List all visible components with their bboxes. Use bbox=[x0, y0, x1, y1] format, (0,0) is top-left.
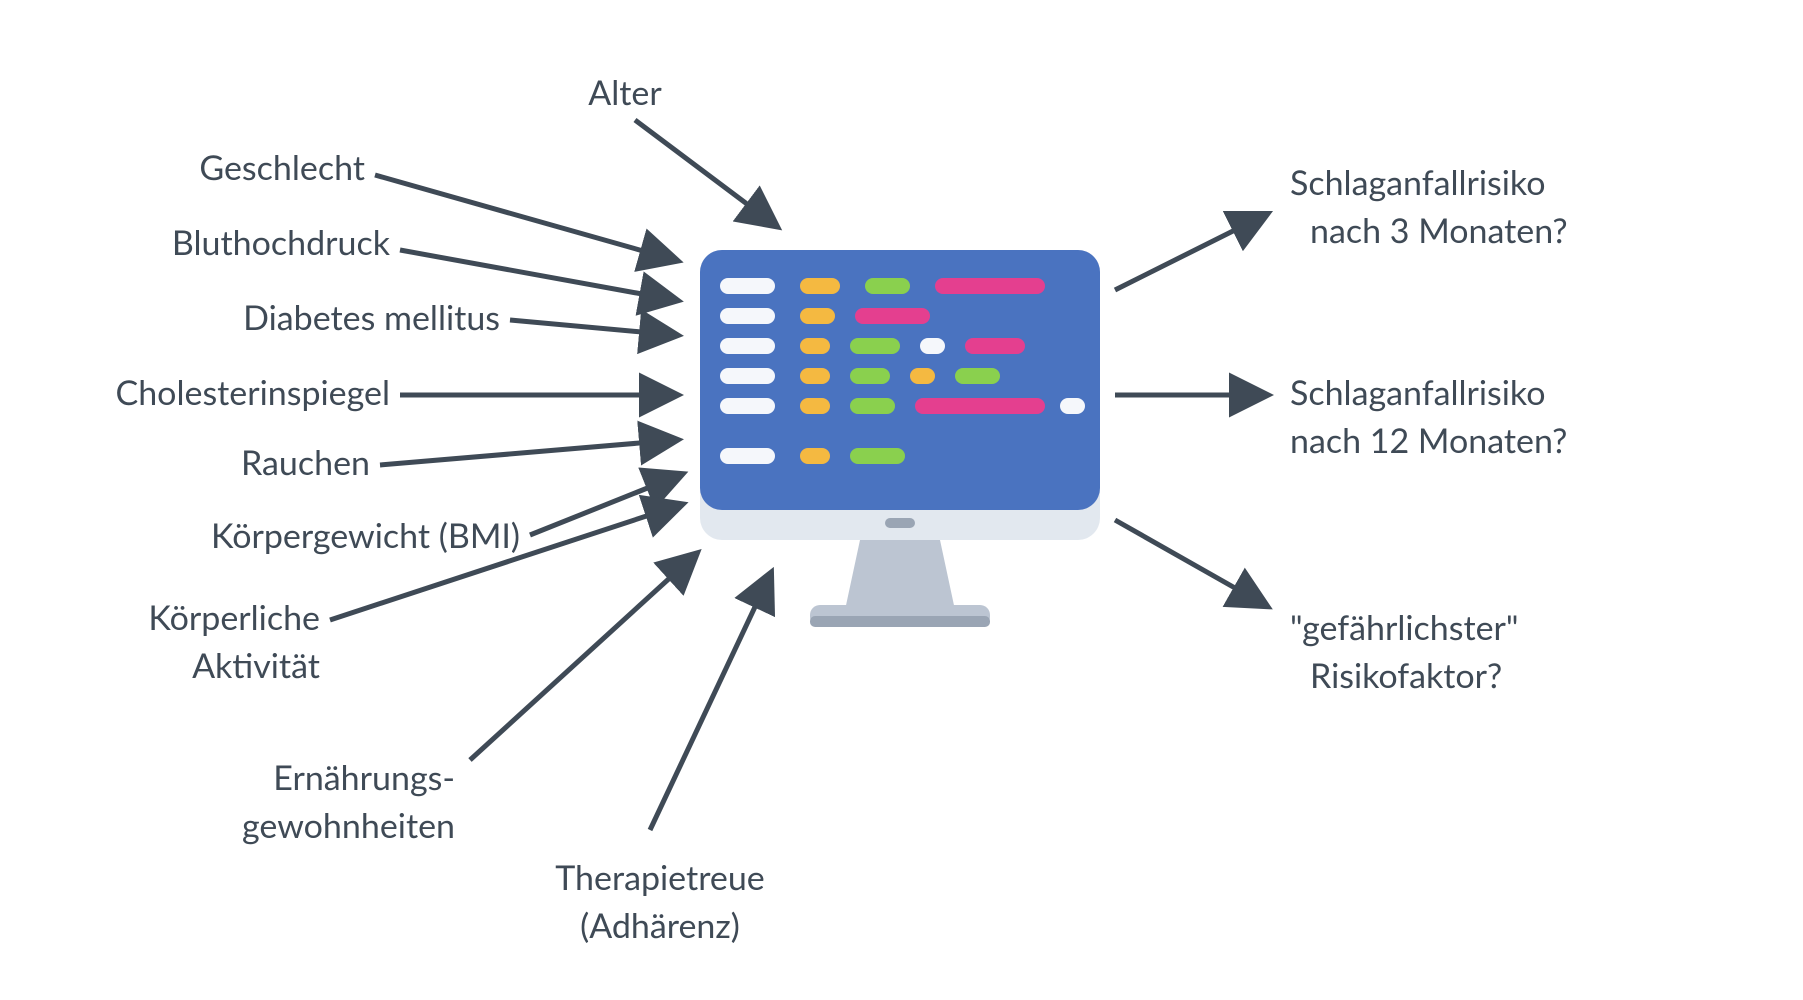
label-risk12-l2: nach 12 Monaten? bbox=[1290, 420, 1567, 461]
arrow-adhaerenz bbox=[650, 575, 770, 830]
label-risk12-l1: Schlaganfallrisiko bbox=[1290, 372, 1546, 413]
label-risk3-l2: nach 3 Monaten? bbox=[1310, 210, 1568, 251]
label-alter: Alter bbox=[588, 72, 662, 113]
label-ernaehrung-l2: gewohnheiten bbox=[242, 805, 455, 846]
label-worst-l2: Risikofaktor? bbox=[1310, 655, 1502, 696]
output-labels: Schlaganfallrisiko nach 3 Monaten? Schla… bbox=[1290, 162, 1568, 696]
label-worst-l1: "gefährlichster" bbox=[1290, 607, 1519, 648]
label-adhaerenz-l2: (Adhärenz) bbox=[580, 905, 740, 946]
arrow-diabetes bbox=[510, 320, 675, 335]
arrow-bmi bbox=[530, 475, 680, 535]
arrow-alter bbox=[635, 120, 775, 225]
arrow-bluthochdruck bbox=[400, 250, 675, 300]
label-adhaerenz-l1: Therapietreue bbox=[555, 857, 765, 898]
label-bluthochdruck: Bluthochdruck bbox=[172, 222, 391, 263]
label-aktivitaet-l1: Körperliche bbox=[148, 597, 320, 638]
arrow-worst bbox=[1115, 520, 1265, 605]
label-rauchen: Rauchen bbox=[241, 442, 370, 483]
label-bmi: Körpergewicht (BMI) bbox=[211, 515, 520, 556]
label-diabetes: Diabetes mellitus bbox=[243, 297, 500, 338]
label-aktivitaet-l2: Aktivität bbox=[192, 645, 320, 686]
computer-icon bbox=[700, 250, 1100, 627]
label-geschlecht: Geschlecht bbox=[199, 147, 365, 188]
output-arrows bbox=[1115, 215, 1265, 605]
label-risk3-l1: Schlaganfallrisiko bbox=[1290, 162, 1546, 203]
arrow-ernaehrung bbox=[470, 555, 695, 760]
diagram-canvas: Alter Geschlecht Bluthochdruck Diabetes … bbox=[0, 0, 1803, 1000]
arrow-rauchen bbox=[380, 440, 675, 465]
arrow-geschlecht bbox=[375, 175, 675, 260]
arrow-risk3 bbox=[1115, 215, 1265, 290]
label-ernaehrung-l1: Ernährungs- bbox=[273, 757, 455, 798]
label-cholesterin: Cholesterinspiegel bbox=[116, 372, 391, 413]
